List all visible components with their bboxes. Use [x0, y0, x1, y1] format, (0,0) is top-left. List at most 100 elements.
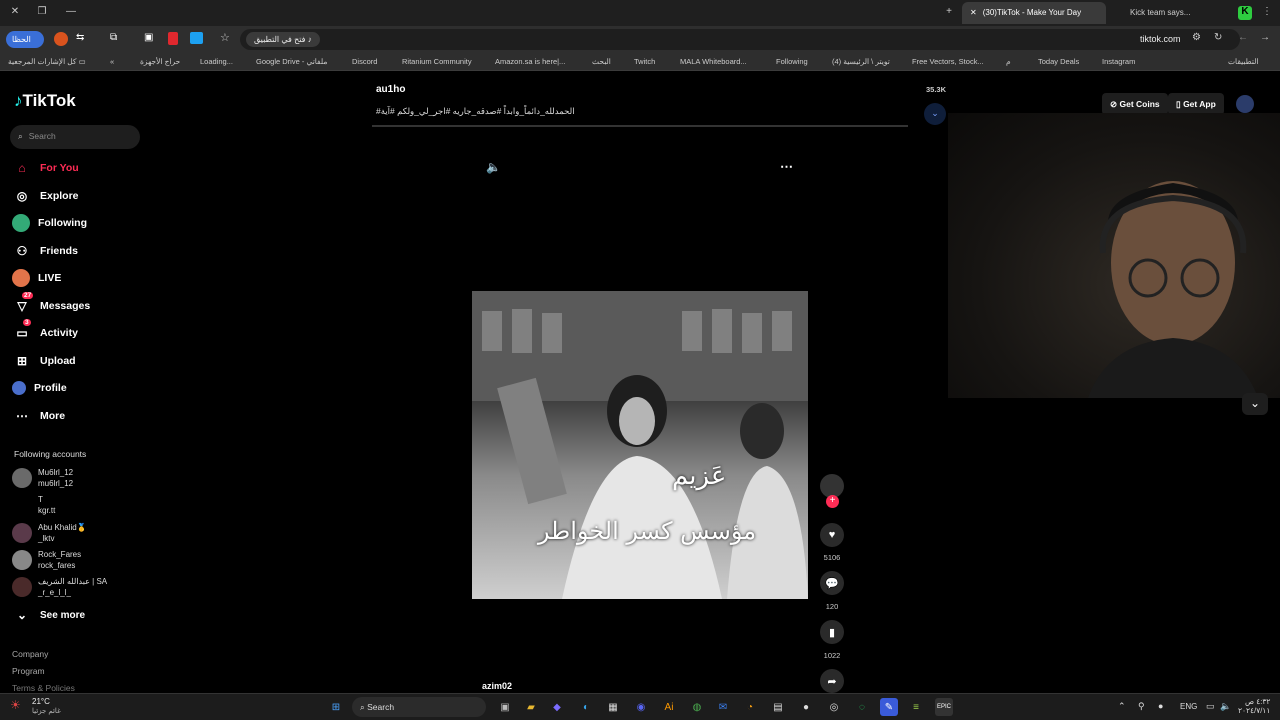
star-icon[interactable]: ☆: [220, 31, 230, 44]
site-settings-icon[interactable]: ⚙: [1192, 32, 1201, 43]
following-account[interactable]: Rock_Fares rock_fares: [12, 547, 81, 573]
reload-icon[interactable]: ↻: [1214, 32, 1222, 43]
tab-close-icon[interactable]: ✕: [970, 8, 977, 17]
get-app-button[interactable]: ▯ Get App: [1168, 93, 1224, 115]
bookmark-item[interactable]: Free Vectors, Stock...: [912, 57, 984, 66]
copilot-icon[interactable]: ◆: [548, 698, 566, 716]
following-account[interactable]: Abu Khalid🥇 _lktv: [12, 520, 87, 546]
kick-extension-icon[interactable]: K: [1238, 6, 1252, 20]
chevron-down-icon[interactable]: ⌄: [1242, 393, 1268, 415]
epic-games-icon[interactable]: EPIC: [935, 698, 953, 716]
save-button[interactable]: ▮: [820, 620, 844, 644]
footer-link-program[interactable]: Program: [12, 666, 45, 676]
new-tab-icon[interactable]: +: [942, 6, 956, 20]
bookmark-item[interactable]: التطبيقات: [1228, 57, 1258, 66]
language-indicator[interactable]: ENG: [1180, 702, 1197, 711]
volume-icon[interactable]: 🔈: [1220, 701, 1231, 712]
network-icon[interactable]: ▭: [1206, 701, 1215, 712]
scroll-down-icon[interactable]: ⌄: [924, 103, 946, 125]
user-avatar[interactable]: [1236, 95, 1254, 113]
close-window-icon[interactable]: ✕: [8, 6, 22, 20]
tab-tiktok[interactable]: ✕ (30)TikTok - Make Your Day: [962, 2, 1106, 24]
calculator-icon[interactable]: ▤: [769, 698, 787, 716]
get-coins-button[interactable]: ⊘ Get Coins: [1102, 93, 1168, 115]
app-icon[interactable]: ●: [797, 698, 815, 716]
sidebar-icon[interactable]: ▣: [144, 32, 153, 43]
mic-icon[interactable]: ●: [1158, 701, 1163, 711]
taskbar-search[interactable]: ⌕ Search: [352, 697, 486, 717]
bookmark-item[interactable]: البحث: [592, 57, 611, 66]
profile-button[interactable]: الحظا: [6, 31, 44, 48]
nav-activity[interactable]: ▭ 3 Activity: [12, 319, 78, 344]
nav-upload[interactable]: ⊞ Upload: [12, 350, 76, 372]
edge-icon[interactable]: ◐: [577, 698, 595, 716]
video-author[interactable]: azim02: [482, 681, 512, 691]
nav-explore[interactable]: ◎ Explore: [12, 185, 79, 207]
mail-icon[interactable]: ✉: [714, 698, 732, 716]
cast-icon[interactable]: [190, 32, 203, 44]
clock[interactable]: ٤:٣٢ ص ٢٠٢٤/٧/١١: [1238, 697, 1270, 715]
layers-icon[interactable]: ≡: [907, 698, 925, 716]
footer-link-company[interactable]: Company: [12, 649, 48, 659]
show-hidden-icons[interactable]: ⌃: [1118, 701, 1126, 712]
tab-kick[interactable]: Kick team says...: [1106, 2, 1226, 24]
bookmark-item[interactable]: MALA Whiteboard...: [680, 57, 747, 66]
bookmark-item[interactable]: Discord: [352, 57, 377, 66]
illustrator-icon[interactable]: Ai: [660, 698, 678, 716]
video-player[interactable]: عَزيم مؤسس كسر الخواطر: [472, 291, 808, 599]
usb-icon[interactable]: ⚲: [1138, 701, 1145, 712]
following-account[interactable]: عبدالله الشريف | SA _r_e_l_l_: [12, 574, 107, 600]
bookmark-item[interactable]: Google Drive - ملفاتي: [256, 57, 327, 66]
bookmark-item[interactable]: Ritanium Community: [402, 57, 472, 66]
volume-icon[interactable]: 🔈: [486, 160, 501, 174]
store-icon[interactable]: ▦: [604, 698, 622, 716]
bookmark-item[interactable]: حراج الأجهزة: [140, 57, 180, 66]
nav-friends[interactable]: ⚇ Friends: [12, 240, 78, 262]
translate-icon[interactable]: ⇆: [76, 32, 84, 43]
bookmark-item[interactable]: Amazon.sa is here|...: [495, 57, 565, 66]
discord-icon[interactable]: ◉: [632, 698, 650, 716]
bookmark-item[interactable]: Twitch: [634, 57, 655, 66]
nav-live[interactable]: LIVE: [12, 267, 61, 289]
nav-following[interactable]: Following: [12, 212, 87, 234]
see-more-button[interactable]: ⌄ See more: [12, 604, 85, 626]
forward-icon[interactable]: →: [1260, 32, 1270, 43]
back-icon[interactable]: ←: [1238, 32, 1248, 43]
prev-post-progress[interactable]: [372, 125, 908, 127]
open-in-app-button[interactable]: فتح في التطبيق ♪: [246, 32, 320, 47]
follow-plus-icon[interactable]: +: [826, 495, 839, 508]
extensions-icon[interactable]: ⧉: [110, 32, 117, 43]
task-view-icon[interactable]: ▣: [496, 698, 514, 716]
chevron-left-icon[interactable]: «: [110, 57, 114, 66]
more-options-icon[interactable]: ⋯: [780, 159, 793, 175]
extension-icon[interactable]: [54, 32, 68, 46]
restore-window-icon[interactable]: ❐: [35, 6, 49, 20]
file-explorer-icon[interactable]: ▰: [522, 698, 540, 716]
bookmark-item[interactable]: Today Deals: [1038, 57, 1079, 66]
chrome-icon[interactable]: ◍: [688, 698, 706, 716]
bookmark-extension-icon[interactable]: [168, 32, 178, 45]
bookmark-item[interactable]: م: [1006, 57, 1011, 66]
bookmark-item[interactable]: Loading...: [200, 57, 233, 66]
minimize-window-icon[interactable]: —: [64, 6, 78, 20]
bookmark-item[interactable]: (4) تويتر \ الرئيسية: [832, 57, 890, 66]
following-account[interactable]: Tkgr.tt: [12, 492, 55, 518]
more-options-icon[interactable]: ⋮: [1260, 6, 1274, 20]
blender-icon[interactable]: ◔: [741, 698, 759, 716]
search-input[interactable]: ⌕ Search: [10, 125, 140, 149]
obs-icon[interactable]: ◎: [825, 698, 843, 716]
windows-start-icon[interactable]: ⊞: [327, 698, 345, 716]
prev-post-author[interactable]: au1ho: [376, 84, 405, 95]
bookmark-item[interactable]: Following: [776, 57, 808, 66]
nav-profile[interactable]: Profile: [12, 377, 67, 399]
whatsapp-icon[interactable]: ◌: [853, 698, 871, 716]
bookmark-item[interactable]: كل الإشارات المرجعية ▭: [8, 57, 86, 66]
like-button[interactable]: ♥: [820, 523, 844, 547]
following-account[interactable]: Mu6lrl_12 mu6lrl_12: [12, 465, 73, 491]
footer-link-terms[interactable]: Terms & Policies: [12, 683, 75, 693]
paint-icon[interactable]: ✎: [880, 698, 898, 716]
comment-button[interactable]: 💬: [820, 571, 844, 595]
weather-icon[interactable]: ☀: [10, 698, 21, 712]
nav-messages[interactable]: ▽ 27 Messages: [12, 292, 90, 317]
nav-more[interactable]: ⋯ More: [12, 405, 65, 427]
